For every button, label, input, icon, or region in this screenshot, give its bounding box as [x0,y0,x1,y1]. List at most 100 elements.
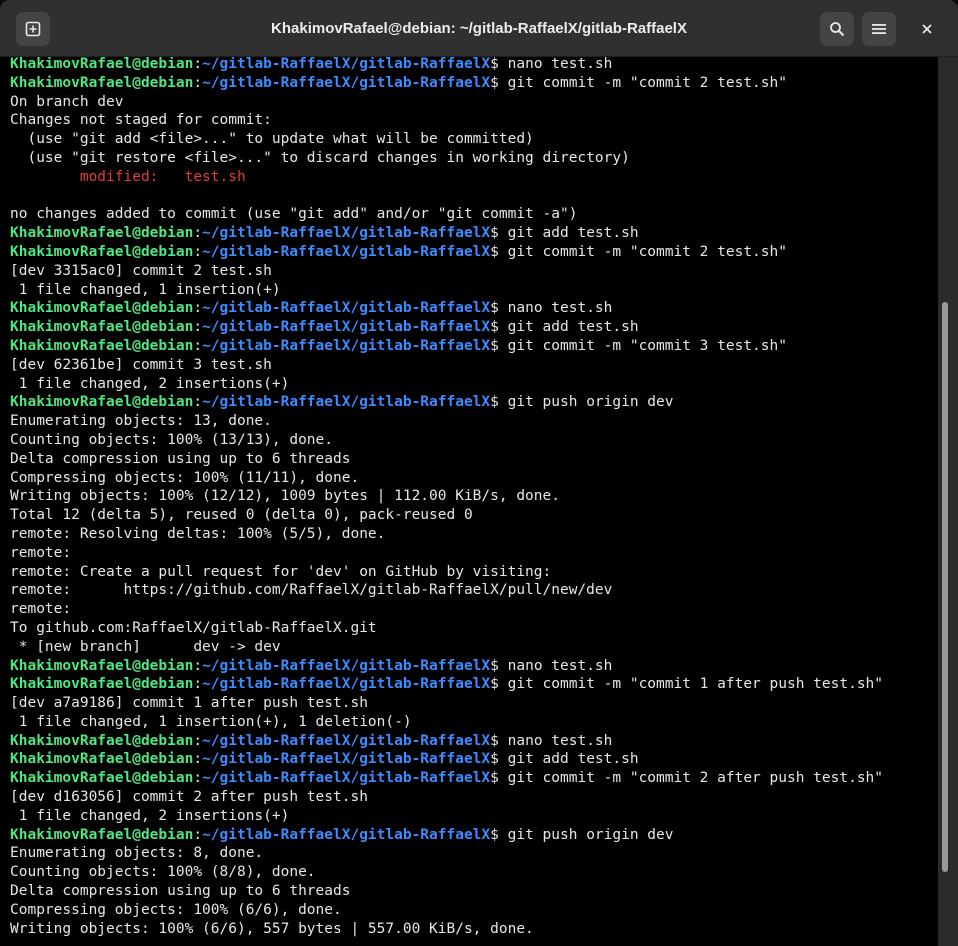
prompt-line: KhakimovRafael@debian:~/gitlab-RaffaelX/… [10,299,883,318]
prompt-user-host: KhakimovRafael@debian [10,225,194,242]
prompt-path: ~/gitlab-RaffaelX/gitlab-RaffaelX [202,826,491,843]
output-line: Changes not staged for commit: [10,112,272,129]
terminal-window: KhakimovRafael@debian: ~/gitlab-RaffaelX… [0,0,958,946]
prompt-line: KhakimovRafael@debian:~/gitlab-RaffaelX/… [10,243,883,262]
command-text: git push origin dev [507,826,674,843]
prompt-user-host: KhakimovRafael@debian [10,243,194,260]
output-line: [dev 3315ac0] commit 2 test.sh [10,262,272,279]
prompt-user-host: KhakimovRafael@debian [10,57,194,72]
prompt-symbol: $ [490,826,508,843]
output-line: Compressing objects: 100% (6/6), done. [10,901,342,918]
prompt-user-host: KhakimovRafael@debian [10,770,194,787]
close-icon [921,23,933,35]
prompt-separator: : [193,57,203,72]
prompt-path: ~/gitlab-RaffaelX/gitlab-RaffaelX [202,732,491,749]
prompt-path: ~/gitlab-RaffaelX/gitlab-RaffaelX [202,770,491,787]
output-line: [dev a7a9186] commit 1 after push test.s… [10,695,368,712]
output-line: 1 file changed, 1 insertion(+), 1 deleti… [10,713,412,730]
search-button[interactable] [820,12,854,46]
output-line: Delta compression using up to 6 threads [10,450,351,467]
prompt-user-host: KhakimovRafael@debian [10,657,194,674]
output-line: remote: [10,601,72,618]
prompt-user-host: KhakimovRafael@debian [10,300,194,317]
output-line: Counting objects: 100% (8/8), done. [10,864,316,881]
command-text: git push origin dev [507,394,674,411]
prompt-path: ~/gitlab-RaffaelX/gitlab-RaffaelX [202,676,491,693]
prompt-symbol: $ [490,319,508,336]
prompt-path: ~/gitlab-RaffaelX/gitlab-RaffaelX [202,300,491,317]
output-line: [dev d163056] commit 2 after push test.s… [10,789,368,806]
terminal-lines: KhakimovRafael@debian:~/gitlab-RaffaelX/… [10,57,883,938]
prompt-user-host: KhakimovRafael@debian [10,394,194,411]
prompt-path: ~/gitlab-RaffaelX/gitlab-RaffaelX [202,394,491,411]
prompt-path: ~/gitlab-RaffaelX/gitlab-RaffaelX [202,57,491,72]
prompt-symbol: $ [490,676,508,693]
close-button[interactable] [910,12,944,46]
prompt-path: ~/gitlab-RaffaelX/gitlab-RaffaelX [202,225,491,242]
command-text: git add test.sh [507,225,639,242]
prompt-line: KhakimovRafael@debian:~/gitlab-RaffaelX/… [10,675,883,694]
command-text: git commit -m "commit 1 after push test.… [507,676,884,693]
command-text: git commit -m "commit 2 after push test.… [507,770,884,787]
output-line: Enumerating objects: 13, done. [10,413,272,430]
output-line: [dev 62361be] commit 3 test.sh [10,356,272,373]
prompt-separator: : [193,826,203,843]
new-tab-icon [25,21,41,37]
prompt-separator: : [193,300,203,317]
prompt-symbol: $ [490,657,508,674]
output-line: To github.com:RaffaelX/gitlab-RaffaelX.g… [10,619,377,636]
prompt-line: KhakimovRafael@debian:~/gitlab-RaffaelX/… [10,769,883,788]
prompt-user-host: KhakimovRafael@debian [10,337,194,354]
output-line: Total 12 (delta 5), reused 0 (delta 0), … [10,507,473,524]
output-line: no changes added to commit (use "git add… [10,206,578,223]
prompt-user-host: KhakimovRafael@debian [10,751,194,768]
command-text: git commit -m "commit 3 test.sh" [507,337,787,354]
command-text: nano test.sh [507,57,613,72]
output-line: (use "git add <file>..." to update what … [10,131,534,148]
prompt-separator: : [193,657,203,674]
menu-button[interactable] [862,12,896,46]
output-line: Counting objects: 100% (13/13), done. [10,431,334,448]
new-tab-button[interactable] [16,12,50,46]
prompt-path: ~/gitlab-RaffaelX/gitlab-RaffaelX [202,319,491,336]
prompt-symbol: $ [490,770,508,787]
output-line: Enumerating objects: 8, done. [10,845,264,862]
prompt-separator: : [193,770,203,787]
search-icon [829,21,845,37]
prompt-path: ~/gitlab-RaffaelX/gitlab-RaffaelX [202,657,491,674]
window-title: KhakimovRafael@debian: ~/gitlab-RaffaelX… [271,20,687,37]
command-text: nano test.sh [507,732,613,749]
prompt-separator: : [193,732,203,749]
scrollbar-thumb[interactable] [942,302,948,872]
prompt-line: KhakimovRafael@debian:~/gitlab-RaffaelX/… [10,732,883,751]
prompt-user-host: KhakimovRafael@debian [10,676,194,693]
output-line: remote: Resolving deltas: 100% (5/5), do… [10,525,386,542]
command-text: git commit -m "commit 2 test.sh" [507,243,787,260]
terminal-output[interactable]: KhakimovRafael@debian:~/gitlab-RaffaelX/… [0,57,938,946]
command-text: nano test.sh [507,300,613,317]
prompt-separator: : [193,319,203,336]
command-text: git add test.sh [507,751,639,768]
prompt-symbol: $ [490,74,508,91]
output-line: remote: https://github.com/RaffaelX/gitl… [10,582,613,599]
prompt-symbol: $ [490,394,508,411]
prompt-line: KhakimovRafael@debian:~/gitlab-RaffaelX/… [10,657,883,676]
output-line: Compressing objects: 100% (11/11), done. [10,469,360,486]
output-line: Writing objects: 100% (12/12), 1009 byte… [10,488,560,505]
title-bar: KhakimovRafael@debian: ~/gitlab-RaffaelX… [0,0,958,57]
prompt-symbol: $ [490,243,508,260]
prompt-symbol: $ [490,751,508,768]
scrollbar-track[interactable] [938,57,958,946]
prompt-path: ~/gitlab-RaffaelX/gitlab-RaffaelX [202,243,491,260]
prompt-separator: : [193,243,203,260]
output-line: 1 file changed, 2 insertions(+) [10,375,290,392]
modified-file-line: modified: test.sh [10,168,246,185]
prompt-line: KhakimovRafael@debian:~/gitlab-RaffaelX/… [10,337,883,356]
prompt-line: KhakimovRafael@debian:~/gitlab-RaffaelX/… [10,750,883,769]
prompt-user-host: KhakimovRafael@debian [10,319,194,336]
prompt-line: KhakimovRafael@debian:~/gitlab-RaffaelX/… [10,826,883,845]
prompt-user-host: KhakimovRafael@debian [10,732,194,749]
prompt-line: KhakimovRafael@debian:~/gitlab-RaffaelX/… [10,57,883,74]
output-line: (use "git restore <file>..." to discard … [10,149,630,166]
